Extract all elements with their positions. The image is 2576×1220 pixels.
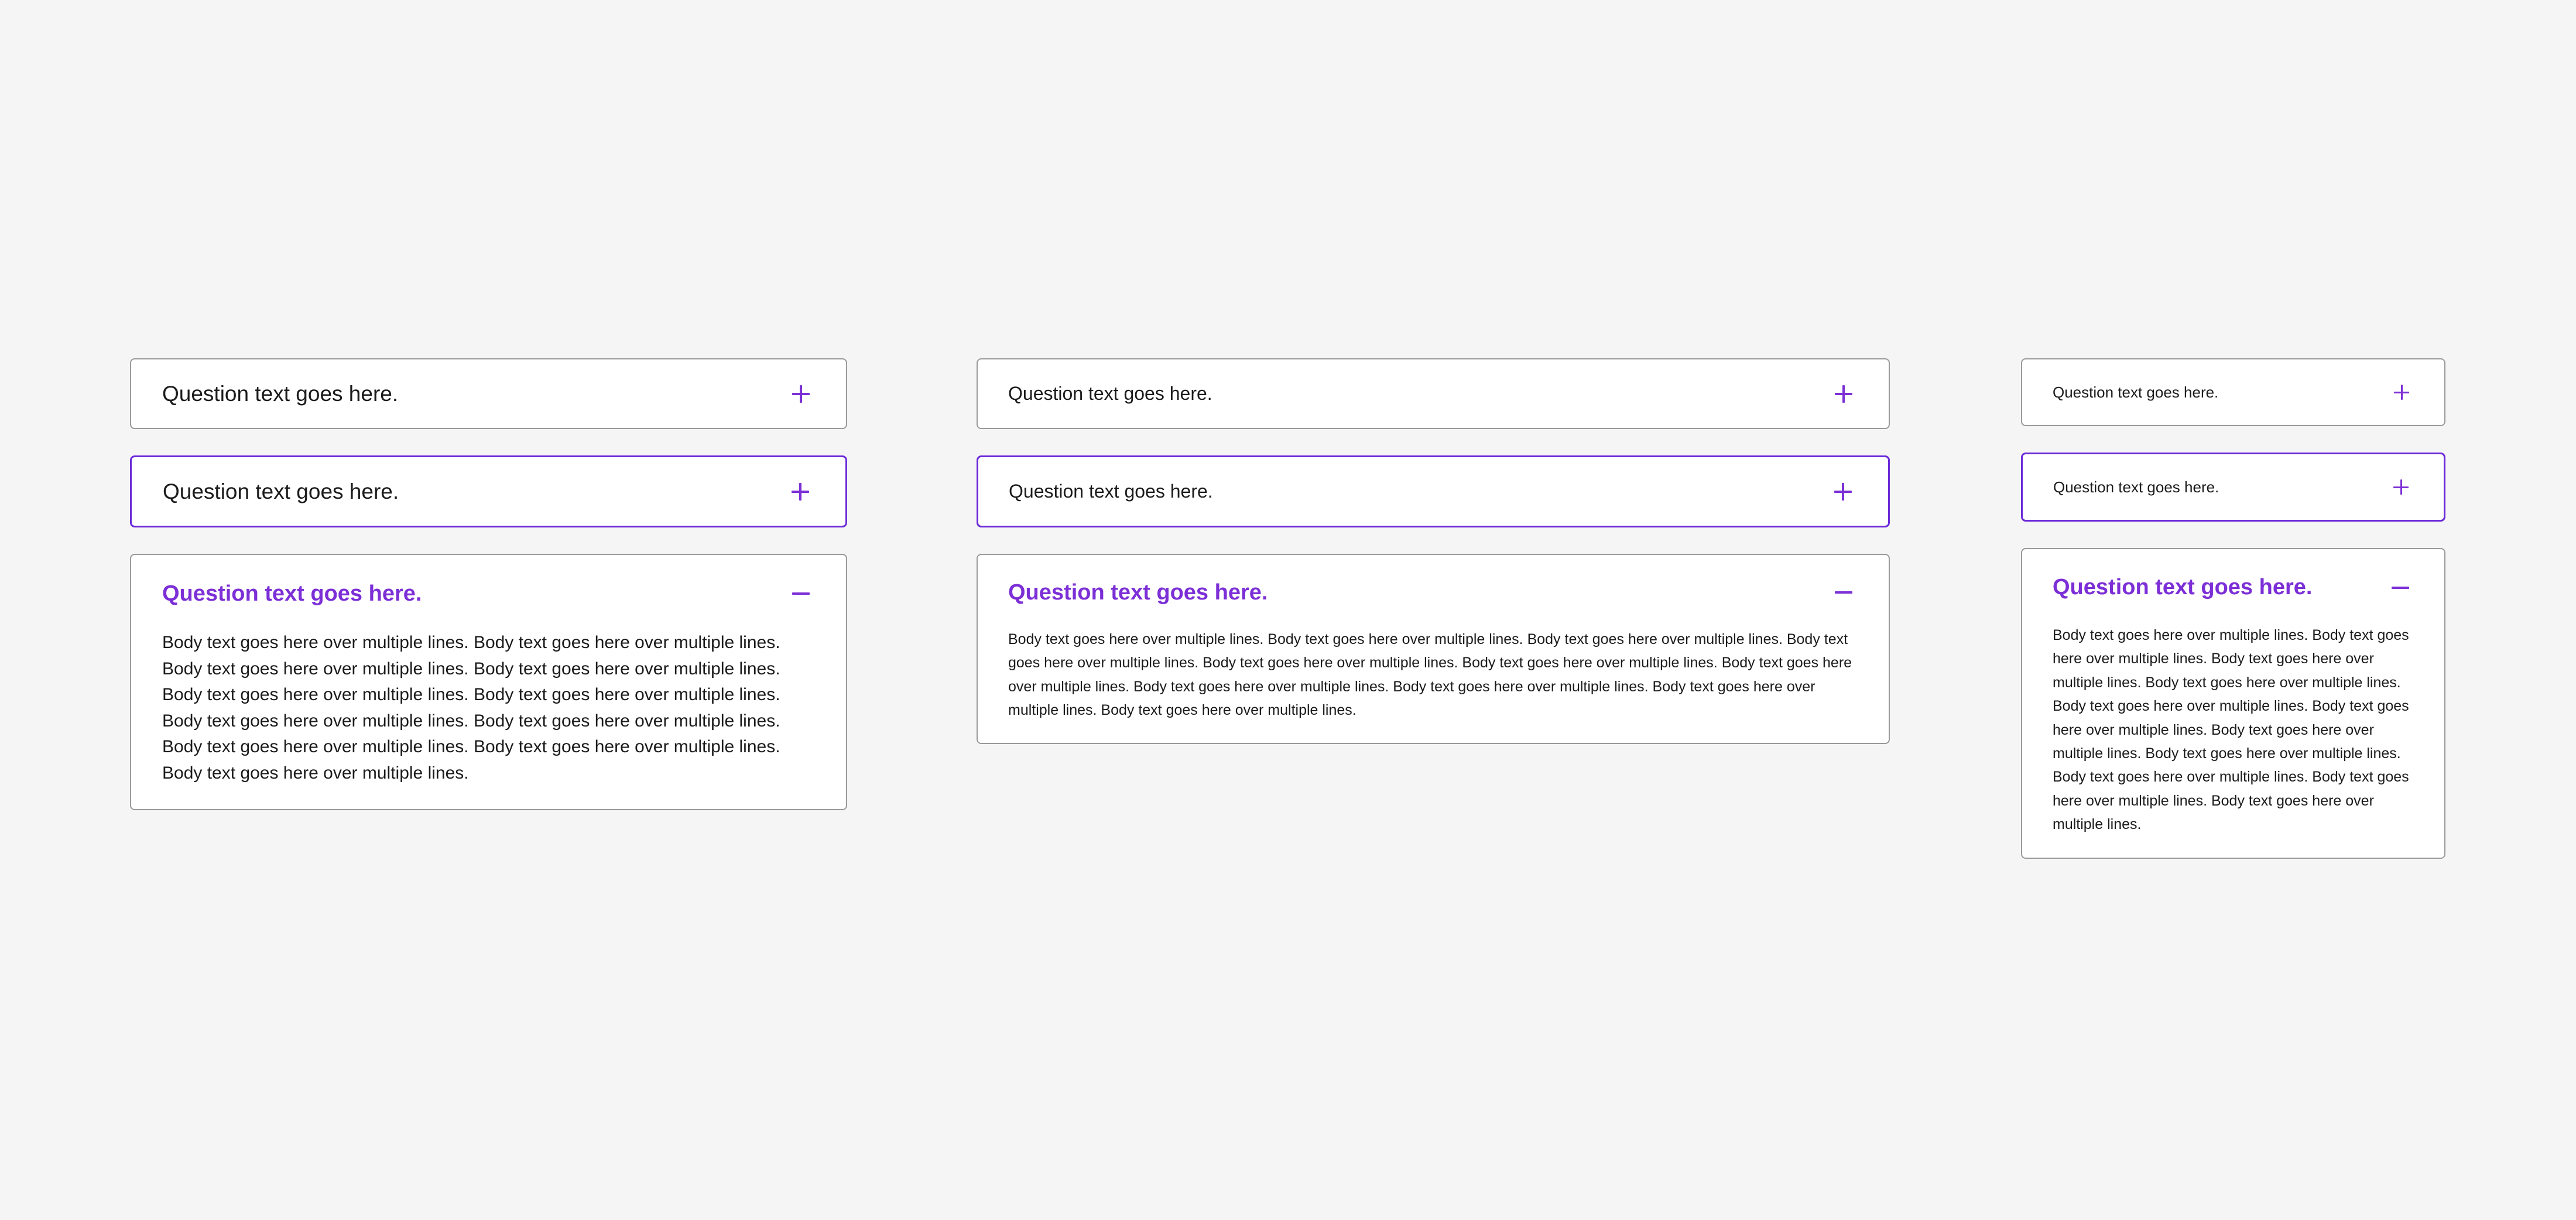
accordion-column-medium: Question text goes here. Question text g… <box>977 358 1890 770</box>
question-text: Question text goes here. <box>2053 383 2219 401</box>
accordion-item-focused[interactable]: Question text goes here. <box>2021 453 2445 522</box>
question-text: Question text goes here. <box>163 479 399 503</box>
plus-icon[interactable] <box>1835 385 1852 403</box>
question-text: Question text goes here. <box>2053 575 2313 599</box>
accordion-item-expanded[interactable]: Question text goes here. Body text goes … <box>130 554 847 810</box>
plus-icon[interactable] <box>792 385 810 403</box>
plus-icon[interactable] <box>792 482 809 501</box>
accordion-header[interactable]: Question text goes here. <box>2023 454 2444 520</box>
accordion-item-collapsed[interactable]: Question text goes here. <box>977 358 1890 429</box>
accordion-item-collapsed[interactable]: Question text goes here. <box>130 358 847 429</box>
plus-icon[interactable] <box>2394 385 2409 400</box>
accordion-item-focused[interactable]: Question text goes here. <box>130 455 847 527</box>
question-text: Question text goes here. <box>162 381 399 406</box>
accordion-header[interactable]: Question text goes here. <box>978 457 1888 526</box>
question-text: Question text goes here. <box>1008 580 1268 605</box>
accordion-item-collapsed[interactable]: Question text goes here. <box>2021 358 2445 426</box>
accordion-column-small: Question text goes here. Question text g… <box>2021 358 2445 885</box>
accordion-header[interactable]: Question text goes here. <box>131 359 846 428</box>
plus-icon[interactable] <box>1834 482 1852 501</box>
accordion-header[interactable]: Question text goes here. <box>2022 549 2444 623</box>
accordion-header[interactable]: Question text goes here. <box>131 555 846 630</box>
question-text: Question text goes here. <box>1009 481 1213 502</box>
accordion-item-expanded[interactable]: Question text goes here. Body text goes … <box>977 554 1890 745</box>
question-text: Question text goes here. <box>2053 478 2219 496</box>
accordion-header[interactable]: Question text goes here. <box>978 555 1889 628</box>
minus-icon[interactable] <box>1835 584 1852 601</box>
accordion-column-large: Question text goes here. Question text g… <box>130 358 847 837</box>
plus-icon[interactable] <box>2393 479 2409 495</box>
accordion-header[interactable]: Question text goes here. <box>2022 359 2444 425</box>
accordion-header[interactable]: Question text goes here. <box>132 457 845 526</box>
answer-text: Body text goes here over multiple lines.… <box>2053 627 2409 833</box>
answer-text: Body text goes here over multiple lines.… <box>162 633 780 783</box>
question-text: Question text goes here. <box>162 581 422 606</box>
accordion-item-expanded[interactable]: Question text goes here. Body text goes … <box>2021 548 2445 859</box>
accordion-item-focused[interactable]: Question text goes here. <box>977 455 1890 527</box>
minus-icon[interactable] <box>792 585 810 602</box>
answer-text: Body text goes here over multiple lines.… <box>1008 631 1852 718</box>
accordion-header[interactable]: Question text goes here. <box>978 359 1889 428</box>
minus-icon[interactable] <box>2392 579 2409 597</box>
question-text: Question text goes here. <box>1008 383 1212 404</box>
